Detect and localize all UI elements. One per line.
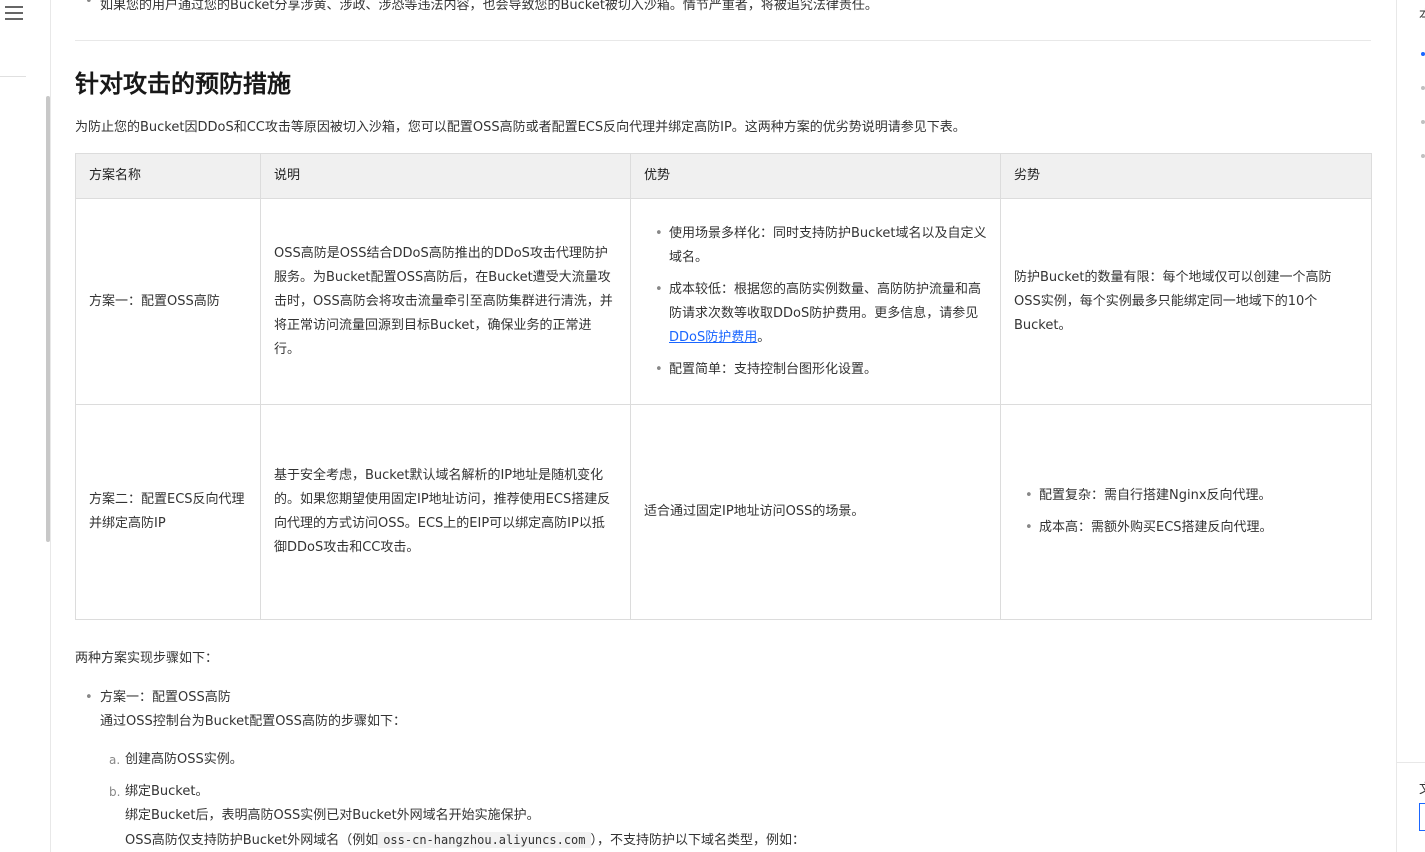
toc-item-active[interactable] [1421,52,1425,56]
section-heading: 针对攻击的预防措施 [75,70,291,98]
toc-item[interactable] [1421,154,1425,158]
feedback-label: 文 [1419,778,1425,797]
comparison-table: 方案名称 说明 优势 劣势 方案一：配置OSS高防 OSS高防是OSS结合DDo… [75,153,1372,620]
header-disadvantages: 劣势 [1000,153,1372,199]
advantages-cell: 使用场景多样化：同时支持防护Bucket域名以及自定义域名。 成本较低：根据您的… [630,198,1001,405]
advantages-cell: 适合通过固定IP地址访问OSS的场景。 [630,404,1001,620]
step-a: a. 创建高防OSS实例。 [109,748,243,772]
toc-item[interactable] [1421,120,1425,124]
disadvantages-cell: 配置复杂：需自行搭建Nginx反向代理。 成本高：需额外购买ECS搭建反向代理。 [1000,404,1372,620]
step-a-marker: a. [109,753,121,767]
toc-title: 本 [1419,4,1425,23]
step-b-marker: b. [109,785,121,799]
toc-item[interactable] [1421,86,1425,90]
header-plan-name: 方案名称 [75,153,261,199]
header-description: 说明 [260,153,631,199]
sidebar-divider [0,76,26,77]
plan-name-cell: 方案一：配置OSS高防 [75,198,261,405]
disadvantages-cell: 防护Bucket的数量有限：每个地域仅可以创建一个高防OSS实例，每个实例最多只… [1000,198,1372,405]
list-item: 使用场景多样化：同时支持防护Bucket域名以及自定义域名。 [644,222,987,270]
step-a-text: 创建高防OSS实例。 [125,752,243,767]
step-b-title: 绑定Bucket。 [125,784,209,799]
table-row: 方案二：配置ECS反向代理并绑定高防IP 基于安全考虑，Bucket默认域名解析… [75,404,1372,620]
table-header-row: 方案名称 说明 优势 劣势 [75,153,1372,199]
toc-sidebar: 本 文 [1396,0,1425,852]
step-b: b. 绑定Bucket。 绑定Bucket后，表明高防OSS实例已对Bucket… [109,780,806,852]
step-b-detail: 绑定Bucket后，表明高防OSS实例已对Bucket外网域名开始实施保护。 [125,808,540,823]
description-cell: OSS高防是OSS结合DDoS高防推出的DDoS攻击代理防护服务。为Bucket… [260,198,631,405]
list-item: 成本高：需额外购买ECS搭建反向代理。 [1014,516,1358,540]
plan1-title: 方案一：配置OSS高防 [100,690,231,705]
feedback-button[interactable] [1419,803,1425,831]
plan1-list-item: 方案一：配置OSS高防 通过OSS控制台为Bucket配置OSS高防的步骤如下： [85,686,406,734]
plan1-description: 通过OSS控制台为Bucket配置OSS高防的步骤如下： [100,714,406,729]
toc-footer-divider [1397,762,1425,763]
ddos-pricing-link[interactable]: DDoS防护费用 [669,330,757,345]
left-sidebar [0,0,51,852]
sandbox-warning-bullet: 如果您的用户通过您的Bucket分享涉黄、涉政、涉恐等违法内容，也会导致您的Bu… [85,0,878,13]
section-intro: 为防止您的Bucket因DDoS和CC攻击等原因被切入沙箱，您可以配置OSS高防… [75,120,966,135]
description-cell: 基于安全考虑，Bucket默认域名解析的IP地址是随机变化的。如果您期望使用固定… [260,404,631,620]
domain-example-code: oss-cn-hangzhou.aliyuncs.com [378,832,591,848]
table-row: 方案一：配置OSS高防 OSS高防是OSS结合DDoS高防推出的DDoS攻击代理… [75,198,1372,405]
section-divider [75,40,1371,41]
header-advantages: 优势 [630,153,1001,199]
step-b-note: OSS高防仅支持防护Bucket外网域名（例如 oss-cn-hangzhou.a… [125,832,806,848]
list-item: 成本较低：根据您的高防实例数量、高防防护流量和高防请求次数等收取DDoS防护费用… [644,278,987,350]
plan-name-cell: 方案二：配置ECS反向代理并绑定高防IP [75,404,261,620]
steps-intro: 两种方案实现步骤如下： [75,651,219,666]
menu-icon[interactable] [5,6,23,22]
sidebar-scrollbar[interactable] [46,96,50,542]
list-item: 配置复杂：需自行搭建Nginx反向代理。 [1014,484,1358,508]
list-item: 配置简单：支持控制台图形化设置。 [644,358,987,382]
